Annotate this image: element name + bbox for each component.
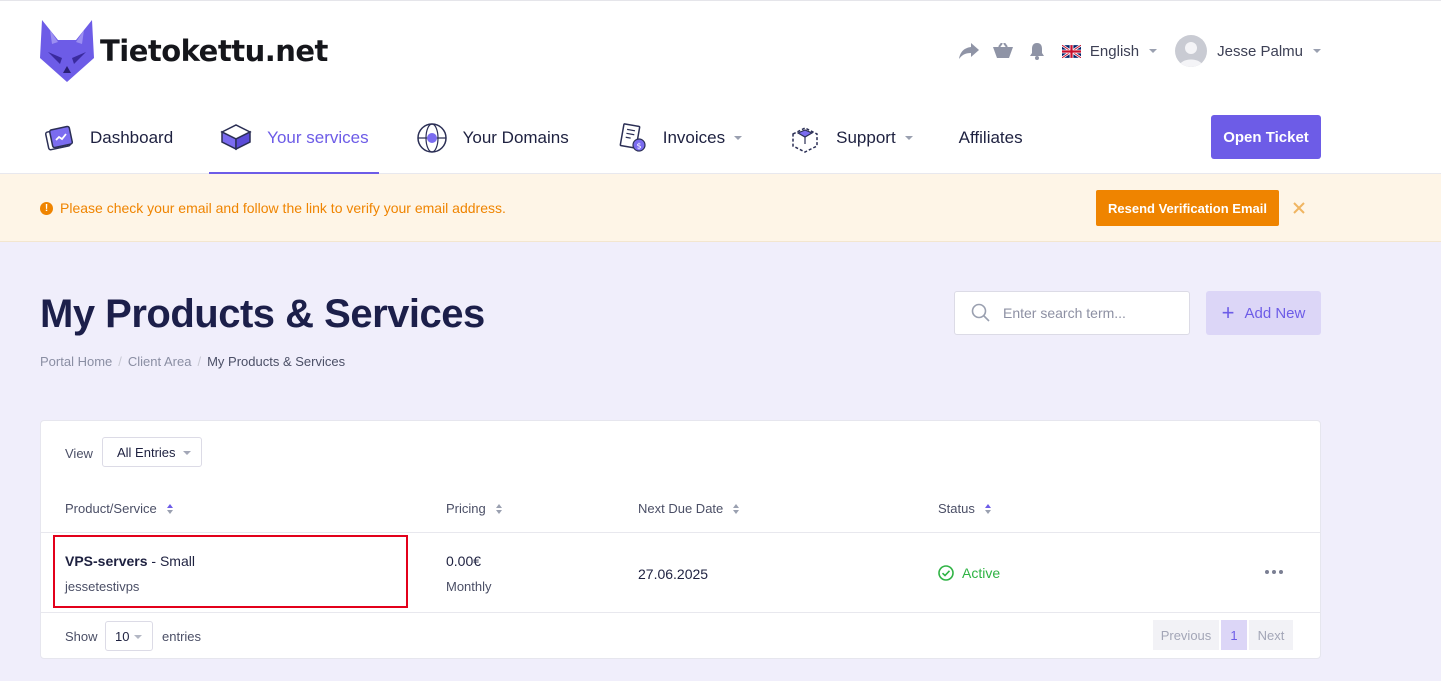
column-label: Status [938, 501, 975, 516]
sort-icon [495, 503, 502, 514]
view-filter-value: All Entries [117, 444, 176, 460]
avatar [1175, 35, 1208, 67]
breadcrumb-client-area[interactable]: Client Area [128, 354, 192, 369]
sort-icon [166, 503, 173, 514]
chevron-down-icon [134, 635, 142, 639]
billing-cycle: Monthly [446, 579, 492, 594]
nav-affiliates[interactable]: Affiliates [957, 109, 1025, 167]
nav-label: Dashboard [90, 128, 174, 147]
nav-label: Affiliates [958, 128, 1023, 147]
breadcrumb: Portal Home / Client Area / My Products … [40, 354, 345, 369]
nav-label: Your Domains [462, 128, 569, 147]
user-menu[interactable]: Jesse Palmu [1175, 35, 1321, 67]
language-selector[interactable]: English [1061, 42, 1158, 60]
nav-your-services[interactable]: Your services [209, 109, 380, 175]
header-tools: English Jesse Palmu [946, 33, 1321, 69]
dashboard-icon [42, 121, 76, 155]
column-label: Product/Service [65, 501, 157, 516]
top-header: Tietokettu.net English Jesse Palmu Dashb… [0, 0, 1441, 175]
nav-invoices[interactable]: $ Invoices [613, 109, 744, 167]
price-amount: 0.00€ [446, 553, 482, 569]
column-label: Next Due Date [638, 501, 724, 516]
view-filter-select[interactable]: All Entries [102, 437, 202, 467]
fox-logo-icon [40, 20, 94, 82]
search-icon [971, 303, 990, 322]
nav-your-domains[interactable]: Your Domains [413, 109, 571, 167]
open-ticket-button[interactable]: Open Ticket [1211, 115, 1321, 159]
next-due-date: 27.06.2025 [638, 566, 709, 582]
entries-label: entries [162, 629, 202, 644]
column-label: Pricing [446, 501, 486, 516]
chevron-down-icon [1313, 49, 1321, 53]
entries-per-page-select[interactable]: 10 [105, 621, 153, 651]
chevron-down-icon [183, 451, 191, 455]
chevron-down-icon [904, 136, 913, 140]
status-label: Active [962, 565, 1001, 581]
plus-icon: + [1221, 300, 1235, 325]
add-new-button[interactable]: + Add New [1206, 291, 1321, 335]
globe-icon [415, 121, 449, 155]
previous-page-button[interactable]: Previous [1153, 620, 1219, 650]
column-header-pricing[interactable]: Pricing [446, 501, 502, 516]
resend-verification-button[interactable]: Resend Verification Email [1096, 190, 1279, 226]
nav-label: Invoices [662, 128, 726, 147]
view-label: View [65, 446, 93, 461]
sort-icon [733, 503, 740, 514]
brand-logo[interactable]: Tietokettu.net [40, 18, 328, 84]
services-table-card: View All Entries Product/Service Pricing… [40, 420, 1321, 659]
user-name: Jesse Palmu [1217, 42, 1303, 60]
basket-icon[interactable] [992, 40, 1014, 62]
bell-icon[interactable] [1026, 40, 1048, 62]
page-title: My Products & Services [40, 292, 485, 336]
search-field[interactable] [954, 291, 1190, 335]
search-input[interactable] [1003, 305, 1173, 321]
nav-support[interactable]: Support [786, 109, 915, 167]
pagination: Previous 1 Next [1153, 620, 1293, 650]
sort-icon [984, 503, 991, 514]
column-header-product[interactable]: Product/Service [65, 501, 173, 516]
entries-per-page-value: 10 [115, 628, 130, 644]
svg-text:$: $ [636, 142, 641, 151]
language-label: English [1089, 42, 1140, 60]
close-icon[interactable] [1291, 200, 1307, 216]
column-header-status[interactable]: Status [938, 501, 991, 516]
services-icon [219, 121, 253, 155]
invoice-icon: $ [615, 121, 649, 155]
exclamation-icon: ! [40, 202, 53, 215]
chevron-down-icon [734, 136, 743, 140]
next-page-button[interactable]: Next [1249, 620, 1293, 650]
breadcrumb-separator: / [197, 354, 202, 369]
breadcrumb-current: My Products & Services [207, 354, 346, 369]
breadcrumb-separator: / [118, 354, 122, 369]
nav-dashboard[interactable]: Dashboard [40, 109, 175, 167]
support-icon [788, 121, 822, 155]
main-nav: Dashboard Your services Your Domains $ I… [40, 109, 1067, 175]
show-label: Show [65, 629, 98, 644]
share-icon[interactable] [958, 40, 980, 62]
highlight-box [53, 535, 408, 608]
uk-flag-icon [1061, 44, 1081, 58]
status-badge: Active [938, 565, 1000, 581]
nav-label: Your services [267, 128, 369, 147]
brand-name: Tietokettu.net [100, 34, 328, 68]
nav-label: Support [836, 128, 896, 147]
check-circle-icon [938, 565, 954, 581]
breadcrumb-portal-home[interactable]: Portal Home [40, 354, 112, 369]
add-new-label: Add New [1244, 304, 1306, 322]
chevron-down-icon [1149, 49, 1158, 53]
more-options-icon[interactable] [1265, 570, 1286, 574]
alert-message: Please check your email and follow the l… [60, 200, 506, 216]
page-number-button[interactable]: 1 [1221, 620, 1247, 650]
column-header-due-date[interactable]: Next Due Date [638, 501, 740, 516]
